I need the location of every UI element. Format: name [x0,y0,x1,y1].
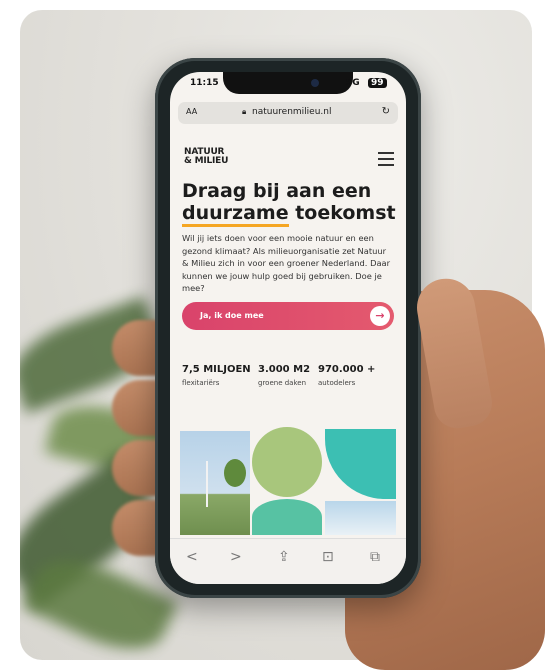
back-icon[interactable]: < [186,549,198,565]
browser-toolbar: < > ⇪ ⊡ ⧉ [170,538,406,584]
stat-green-roofs: 3.000 M2 groene daken [258,364,310,387]
join-button-label: Ja, ik doe mee [200,311,264,320]
sky-photo [325,501,396,535]
wind-turbine [206,461,208,507]
green-shape [252,499,322,535]
stat-flexitarians: 7,5 MILJOEN flexitariërs [182,364,251,387]
notch [223,72,353,94]
stat-label: groene daken [258,379,307,387]
site-logo[interactable]: NATUUR & MILIEU [184,148,228,166]
stat-label: flexitariërs [182,379,220,387]
forward-icon[interactable]: > [230,549,242,565]
stat-label: autodelers [318,379,356,387]
url-text[interactable]: natuurenmilieu.nl [252,107,331,117]
stat-number: 3.000 M2 [258,364,311,375]
signal-indicator: 5G [346,78,360,88]
phone-screen: 11:15 5G 99 AA 🔒︎ natuurenmilieu.nl ↻ NA… [170,72,406,584]
headline-line-1: Draag bij aan een [182,180,372,202]
tabs-icon[interactable]: ⧉ [370,549,380,565]
status-time: 11:15 [190,78,219,88]
intro-text: Wil jij iets doen voor een mooie natuur … [182,233,391,293]
address-bar[interactable]: AA 🔒︎ natuurenmilieu.nl ↻ [178,102,398,124]
tree [224,459,246,487]
arrow-right-icon: → [370,306,390,326]
stat-number: 7,5 MILJOEN [182,364,251,375]
bees-photo [252,427,322,497]
headline-highlight: duurzame [182,202,289,227]
lock-icon: 🔒︎ [242,107,247,116]
join-button[interactable]: Ja, ik doe mee → [182,302,394,330]
camera-icon [311,79,319,87]
menu-icon[interactable] [378,152,394,170]
text-size-button[interactable]: AA [186,107,197,116]
reload-icon[interactable]: ↻ [382,106,390,117]
stat-number: 970.000 + [318,364,376,375]
stat-car-sharers: 970.000 + autodelers [318,364,375,387]
bookmarks-icon[interactable]: ⊡ [322,549,334,565]
landscape-photo [180,431,250,535]
page-headline: Draag bij aan een duurzame toekomst [182,180,397,227]
battery-badge: 99 [368,78,387,88]
logo-line-2: & MILIEU [184,156,229,166]
teal-shape [325,429,396,499]
image-collage [180,427,396,535]
headline-rest: toekomst [288,202,396,224]
share-icon[interactable]: ⇪ [278,549,290,565]
